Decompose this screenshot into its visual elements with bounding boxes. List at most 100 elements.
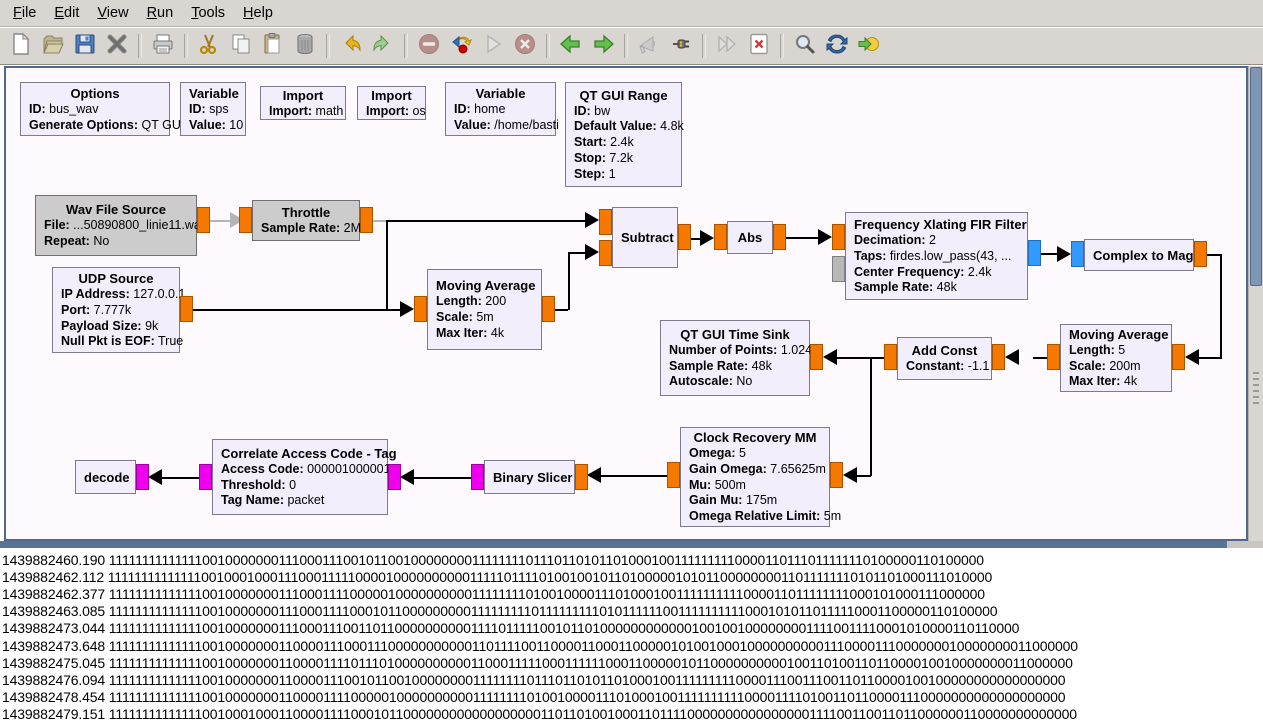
port-orange[interactable] [197,207,210,233]
block-qt_range[interactable]: QT GUI RangeID: bwDefault Value: 4.8kSta… [565,82,682,187]
scrollbar-thumb[interactable] [1250,67,1262,286]
connection[interactable] [1220,254,1222,358]
block-mavg200[interactable]: Moving AverageLength: 200Scale: 5mMax It… [427,269,542,350]
save-flowgraph-button[interactable] [70,31,100,61]
connection-disabled[interactable] [373,220,386,222]
port-orange[interactable] [884,344,897,370]
menu-help[interactable]: Help [234,2,282,24]
copy-button[interactable] [226,31,256,61]
menu-run[interactable]: Run [138,2,183,24]
connection[interactable] [161,477,199,479]
menu-tools[interactable]: Tools [182,2,234,24]
connection[interactable] [1033,357,1047,359]
port-orange[interactable] [1172,344,1185,370]
reload-blocks-button[interactable] [666,31,696,61]
back-button[interactable] [556,31,586,61]
port-magenta[interactable] [136,464,149,490]
connection[interactable] [600,475,667,477]
block-abs[interactable]: Abs [727,221,773,254]
port-orange[interactable] [992,344,1005,370]
errors-document-button[interactable] [744,31,774,61]
block-c2mag[interactable]: Complex to Mag [1084,239,1194,271]
open-flowgraph-button[interactable] [38,31,68,61]
port-orange[interactable] [830,462,843,488]
fast-forward-button[interactable] [712,31,742,61]
block-correlate[interactable]: Correlate Access Code - TagAccess Code: … [212,439,388,515]
port-gray[interactable] [832,256,845,282]
forward-button[interactable] [588,31,618,61]
port-orange[interactable] [180,296,193,322]
port-blue[interactable] [1028,240,1041,266]
port-orange[interactable] [599,209,612,235]
new-flowgraph-button[interactable] [6,31,36,61]
port-orange[interactable] [360,207,373,233]
connection[interactable] [1207,254,1221,256]
menu-view[interactable]: View [88,2,137,24]
kill-flowgraph-button[interactable] [510,31,540,61]
canvas-vertical-scrollbar[interactable] [1248,66,1263,541]
block-import_math[interactable]: ImportImport: math [260,86,346,120]
connection-disabled[interactable] [210,220,230,222]
connection[interactable] [568,252,586,254]
execute-flowgraph-button[interactable] [478,31,508,61]
port-magenta[interactable] [471,464,484,490]
block-timesink[interactable]: QT GUI Time SinkNumber of Points: 1.024k… [660,320,810,396]
port-orange[interactable] [667,462,680,488]
connection[interactable] [1041,253,1058,255]
connection[interactable] [836,357,884,359]
port-orange[interactable] [575,464,588,490]
refresh-button[interactable] [822,31,852,61]
block-subtract[interactable]: Subtract [612,207,678,268]
paste-button[interactable] [258,31,288,61]
block-clockrec[interactable]: Clock Recovery MMOmega: 5Gain Omega: 7.6… [680,427,830,527]
block-binslicer[interactable]: Binary Slicer [484,460,575,494]
flowgraph-canvas[interactable]: OptionsID: bus_wavGenerate Options: QT G… [4,66,1248,541]
port-orange[interactable] [1047,344,1060,370]
port-magenta[interactable] [199,464,212,490]
delete-button[interactable] [290,31,320,61]
port-orange[interactable] [714,224,727,250]
canvas-console-splitter[interactable] [0,541,1263,548]
generate-flowgraph-button[interactable] [446,31,476,61]
connection[interactable] [413,477,471,479]
connection[interactable] [568,252,570,310]
connection[interactable] [1198,357,1222,359]
print-button[interactable] [148,31,178,61]
port-magenta[interactable] [388,464,401,490]
connection[interactable] [193,309,401,311]
connection[interactable] [786,237,819,239]
block-mavg5[interactable]: Moving AverageLength: 5Scale: 200mMax It… [1060,324,1172,392]
connection[interactable] [555,309,568,311]
block-addconst[interactable]: Add ConstConstant: -1.1 [897,337,992,380]
connection[interactable] [386,220,586,222]
connect-button[interactable] [854,31,884,61]
hide-disabled-blocks-button[interactable] [634,31,664,61]
port-orange[interactable] [1194,241,1207,267]
port-orange[interactable] [599,240,612,266]
connection[interactable] [856,475,871,477]
block-fir[interactable]: Frequency Xlating FIR FilterDecimation: … [845,212,1028,300]
menu-edit[interactable]: Edit [45,2,88,24]
port-orange[interactable] [239,207,252,233]
block-options[interactable]: OptionsID: bus_wavGenerate Options: QT G… [20,82,170,136]
connection[interactable] [870,357,872,476]
view-errors-button[interactable] [414,31,444,61]
block-var_home[interactable]: VariableID: homeValue: /home/basti [445,82,556,136]
redo-button[interactable] [368,31,398,61]
block-throttle[interactable]: ThrottleSample Rate: 2M [252,200,360,241]
port-orange[interactable] [678,224,691,250]
port-orange[interactable] [542,296,555,322]
cut-button[interactable] [194,31,224,61]
port-orange[interactable] [810,344,823,370]
block-udp_src[interactable]: UDP SourceIP Address: 127.0.0.1Port: 7.7… [52,267,180,353]
block-decode[interactable]: decode [75,460,136,494]
find-block-button[interactable] [790,31,820,61]
port-orange[interactable] [414,296,427,322]
connection[interactable] [386,220,388,309]
port-blue[interactable] [1071,241,1084,267]
block-var_sps[interactable]: VariableID: spsValue: 10 [180,82,246,136]
close-flowgraph-button[interactable] [102,31,132,61]
block-wav_src[interactable]: Wav File SourceFile: ...50890800_linie11… [35,195,197,256]
port-orange[interactable] [832,224,845,250]
block-import_os[interactable]: ImportImport: os [357,86,426,120]
